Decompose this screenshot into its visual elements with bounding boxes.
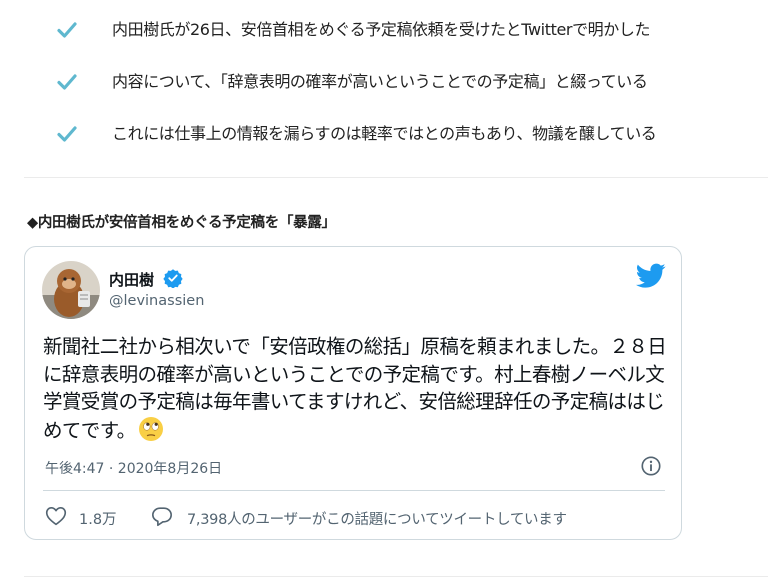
tweet-timestamp[interactable]: 午後4:47 · 2020年8月26日 — [45, 458, 222, 478]
summary-item: これには仕事上の情報を漏らすのは軽率ではとの声もあり、物議を醸している — [0, 119, 768, 149]
twitter-bird-icon[interactable] — [636, 263, 666, 289]
tweet-body-text: 新聞社二社から相次いで「安倍政権の総括」原稿を頼まれました。２８日に辞意表明の確… — [43, 335, 667, 442]
check-icon — [57, 74, 77, 90]
check-icon — [57, 126, 77, 142]
author-name[interactable]: 内田樹 — [109, 269, 154, 290]
check-icon — [57, 22, 77, 38]
summary-item-text: 内田樹氏が26日、安倍首相をめぐる予定稿依頼を受けたとTwitterで明かした — [112, 20, 651, 39]
divider — [24, 576, 768, 577]
like-count[interactable]: 1.8万 — [79, 508, 117, 529]
verified-badge-icon — [163, 269, 183, 288]
conversation-count[interactable]: 7,398人のユーザーがこの話題についてツイートしています — [187, 508, 567, 529]
info-icon[interactable] — [640, 455, 662, 477]
summary-item: 内田樹氏が26日、安倍首相をめぐる予定稿依頼を受けたとTwitterで明かした — [0, 15, 768, 45]
reply-bubble-icon[interactable] — [151, 505, 173, 527]
author-handle[interactable]: @levinassien — [109, 293, 204, 309]
summary-list: 内田樹氏が26日、安倍首相をめぐる予定稿依頼を受けたとTwitterで明かした … — [0, 0, 768, 178]
summary-item-text: 内容について、「辞意表明の確率が高いということでの予定稿」と綴っている — [112, 72, 648, 91]
avatar[interactable] — [42, 261, 100, 319]
section-heading: ◆内田樹氏が安倍首相をめぐる予定稿を「暴露」 — [27, 215, 336, 231]
tweet-text: 新聞社二社から相次いで「安倍政権の総括」原稿を頼まれました。２８日に辞意表明の確… — [43, 333, 675, 444]
divider — [24, 177, 768, 178]
heart-icon[interactable] — [45, 506, 67, 526]
embedded-tweet[interactable]: 内田樹 @levinassien 新聞社二社から相次いで「安倍政権の総括」原稿を… — [24, 246, 682, 540]
summary-item-text: これには仕事上の情報を漏らすのは軽率ではとの声もあり、物議を醸している — [112, 124, 657, 143]
summary-item: 内容について、「辞意表明の確率が高いということでの予定稿」と綴っている — [0, 67, 768, 97]
rolling-eyes-emoji-icon — [138, 416, 163, 441]
card-divider — [43, 490, 665, 491]
